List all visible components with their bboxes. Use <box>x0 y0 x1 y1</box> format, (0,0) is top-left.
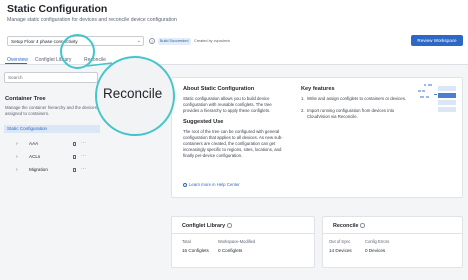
stat-value: 0 Devices <box>365 248 386 253</box>
feature-text: Write and assign configlets to container… <box>307 96 407 101</box>
page-title: Static Configuration <box>7 3 108 15</box>
info-icon[interactable] <box>360 223 365 228</box>
chevron-right-icon[interactable]: › <box>16 140 18 148</box>
stat-value: 16 Configlets <box>182 248 209 253</box>
tree-item-label: AAA <box>29 141 39 146</box>
feature-number: 2. <box>301 108 305 113</box>
suggested-use-title: Suggested Use <box>183 119 224 125</box>
configlet-library-title-text: Configlet Library <box>182 223 226 230</box>
tree-item-label: Migration <box>29 167 48 172</box>
info-icon[interactable] <box>227 223 232 228</box>
about-text: Static configuration allows you to build… <box>183 96 272 113</box>
reconcile-card[interactable]: Reconcile Out of Sync 14 Devices Config … <box>322 216 463 268</box>
suggested-use-text: The root of the tree can be configured w… <box>183 129 283 158</box>
created-by-text: Created by cvpadmin <box>194 38 230 43</box>
tree-illustration-icon <box>418 84 456 112</box>
card-divider <box>172 233 314 234</box>
page-subtitle: Manage static configuration for devices … <box>7 17 177 23</box>
tree-item-acls[interactable]: › ACLs ⋯ <box>4 153 100 161</box>
reconcile-title-text: Reconcile <box>333 223 359 230</box>
info-icon[interactable]: ? <box>149 38 155 44</box>
configlet-library-card[interactable]: Configlet Library Total 16 Configlets Wo… <box>171 216 315 268</box>
about-title: About Static Configuration <box>183 86 255 92</box>
status-badge: Build Succeeded <box>158 38 191 45</box>
container-tree-title: Container Tree <box>5 96 46 102</box>
chevron-right-icon[interactable]: › <box>16 166 18 174</box>
stat-label: Config Errors <box>365 239 390 244</box>
feature-text: Import running configuration from device… <box>307 108 395 119</box>
more-icon[interactable]: ⋯ <box>81 152 86 160</box>
stat-label: Workspace-Modified <box>218 239 256 244</box>
more-icon[interactable]: ⋯ <box>81 139 86 147</box>
feature-item: 1. Write and assign configlets to contai… <box>301 96 413 102</box>
globe-icon <box>183 182 187 187</box>
callout-magnifier: Reconcile <box>95 56 175 136</box>
stat-label: Total <box>182 239 191 244</box>
stat-value: 0 Configlets <box>218 248 243 253</box>
feature-item: 2. Import running configuration from dev… <box>301 108 413 120</box>
tree-item-migration[interactable]: › Migration ⋯ <box>4 166 100 174</box>
callout-label: Reconcile <box>103 86 163 101</box>
tree-item-label: ACLs <box>29 154 41 159</box>
more-icon[interactable]: ⋯ <box>81 165 86 173</box>
chevron-right-icon[interactable]: › <box>16 153 18 161</box>
search-input[interactable] <box>4 72 98 83</box>
configlet-icon <box>73 142 76 146</box>
container-tree-description: Manage the container hierarchy and the d… <box>5 105 97 116</box>
callout-highlight-ring <box>60 34 95 69</box>
chevron-down-icon: ⌄ <box>136 38 141 44</box>
tree-item-aaa[interactable]: › AAA ⋯ <box>4 140 100 148</box>
about-card: About Static Configuration Static config… <box>171 77 463 198</box>
review-workspace-button[interactable]: Review Workspace <box>411 35 463 46</box>
stat-label: Out of Sync <box>329 239 351 244</box>
configlet-icon <box>73 155 76 159</box>
feature-number: 1. <box>301 96 305 101</box>
help-center-link[interactable]: Learn more in Help Center <box>183 182 240 187</box>
key-features-title: Key features <box>301 86 335 92</box>
reconcile-title: Reconcile <box>333 223 365 229</box>
card-divider <box>323 233 462 234</box>
tree-root-item[interactable]: Static Configuration <box>4 125 100 133</box>
configlet-library-title: Configlet Library <box>182 223 232 229</box>
stat-value: 14 Devices <box>329 248 352 253</box>
configlet-icon <box>73 168 76 172</box>
help-center-link-label: Learn more in Help Center <box>189 182 240 187</box>
